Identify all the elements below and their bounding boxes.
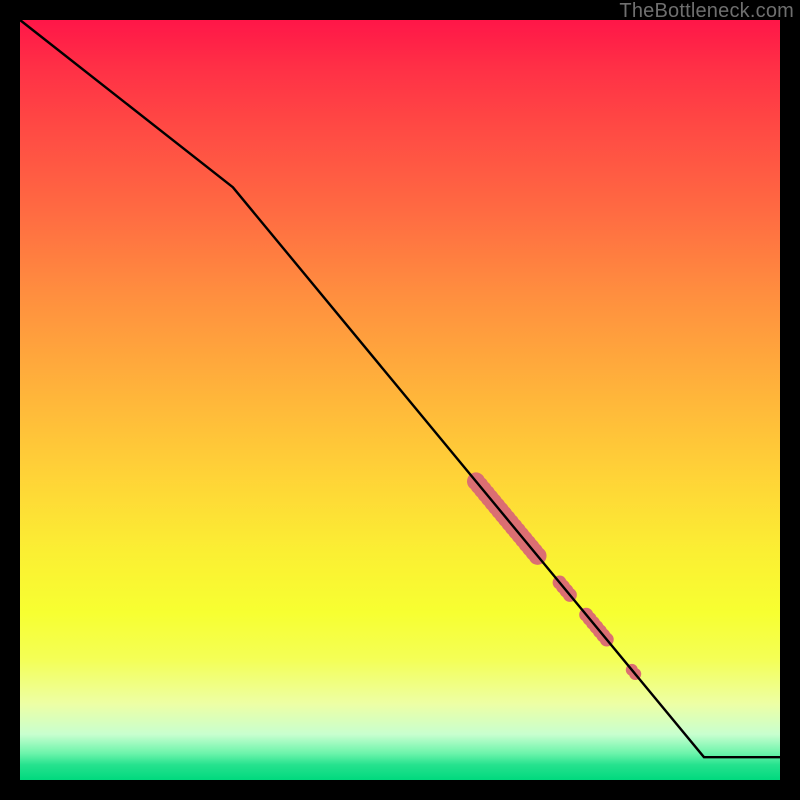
curve-line bbox=[20, 20, 780, 757]
plot-area bbox=[20, 20, 780, 780]
watermark-text: TheBottleneck.com bbox=[619, 0, 794, 23]
chart-svg bbox=[20, 20, 780, 780]
chart-stage: TheBottleneck.com bbox=[0, 0, 800, 800]
